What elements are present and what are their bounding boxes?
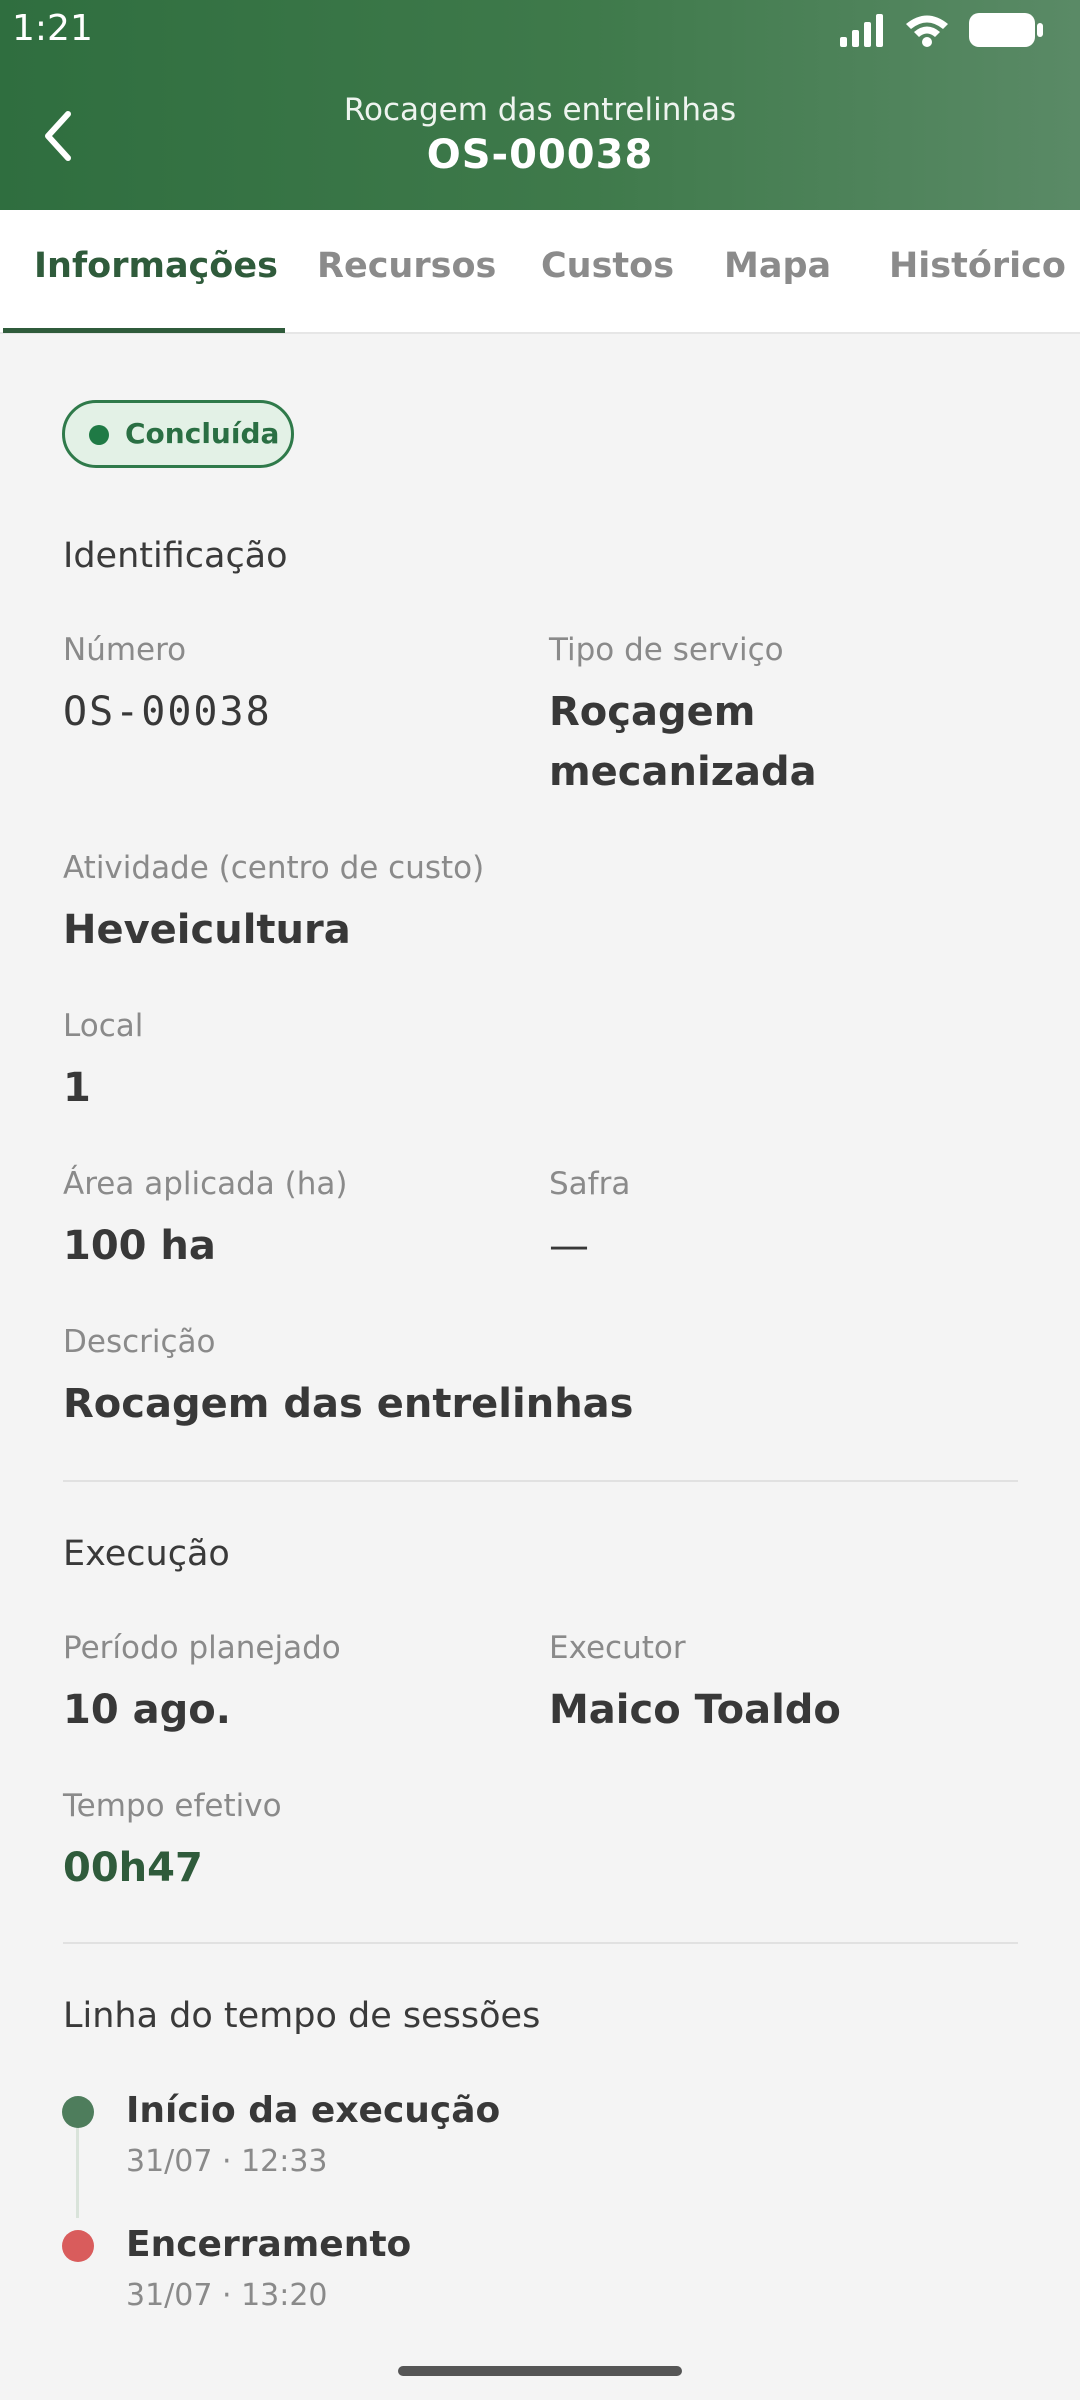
section-title-execucao: Execução xyxy=(63,1534,230,1574)
tab-mapa[interactable]: Mapa xyxy=(724,246,831,286)
status-badge-label: Concluída xyxy=(125,417,280,450)
page-title: OS-00038 xyxy=(426,132,654,178)
tab-bar: Informações Recursos Custos Mapa Históri… xyxy=(0,210,1080,334)
numero-label: Número xyxy=(63,632,187,668)
atividade-label: Atividade (centro de custo) xyxy=(63,850,485,886)
timeline-connector xyxy=(76,2113,79,2218)
executor-value: Maico Toaldo xyxy=(549,1687,841,1733)
timeline-event-time: 31/07 · 13:20 xyxy=(126,2278,328,2313)
periodo-label: Período planejado xyxy=(63,1630,341,1666)
tab-historico[interactable]: Histórico xyxy=(889,246,1066,286)
tab-custos[interactable]: Custos xyxy=(541,246,674,286)
tipo-servico-label: Tipo de serviço xyxy=(549,632,784,668)
descricao-label: Descrição xyxy=(63,1324,216,1360)
safra-value: — xyxy=(549,1223,589,1269)
atividade-value: Heveicultura xyxy=(63,907,351,953)
descricao-value: Rocagem das entrelinhas xyxy=(63,1381,634,1427)
active-tab-indicator xyxy=(3,328,285,333)
tipo-servico-value-line2: mecanizada xyxy=(549,749,817,795)
divider xyxy=(63,1480,1018,1482)
numero-value: OS-00038 xyxy=(63,689,272,735)
section-title-identificacao: Identificação xyxy=(63,536,288,576)
timeline-dot-start xyxy=(62,2096,94,2128)
local-value: 1 xyxy=(63,1065,91,1111)
periodo-value: 10 ago. xyxy=(63,1687,231,1733)
local-label: Local xyxy=(63,1008,144,1044)
timeline-event-title: Encerramento xyxy=(126,2224,412,2265)
executor-label: Executor xyxy=(549,1630,686,1666)
status-time: 1:21 xyxy=(12,8,93,49)
status-icons xyxy=(838,12,1044,52)
section-title-timeline: Linha do tempo de sessões xyxy=(63,1996,541,2036)
app-header: 1:21 Rocagem das entrelinhas OS-00038 xyxy=(0,0,1080,210)
area-label: Área aplicada (ha) xyxy=(63,1166,348,1202)
wifi-icon xyxy=(904,13,950,51)
status-dot xyxy=(89,425,109,445)
tipo-servico-value-line1: Roçagem xyxy=(549,689,756,735)
timeline-event-time: 31/07 · 12:33 xyxy=(126,2144,328,2179)
divider xyxy=(63,1942,1018,1944)
signal-icon xyxy=(838,13,886,51)
safra-label: Safra xyxy=(549,1166,631,1202)
tab-recursos[interactable]: Recursos xyxy=(317,246,496,286)
tab-informacoes[interactable]: Informações xyxy=(34,246,278,286)
timeline-event-title: Início da execução xyxy=(126,2090,501,2131)
area-value: 100 ha xyxy=(63,1223,216,1269)
header-subtitle: Rocagem das entrelinhas xyxy=(343,92,737,128)
tempo-efetivo-label: Tempo efetivo xyxy=(63,1788,282,1824)
timeline-dot-end xyxy=(62,2230,94,2262)
battery-icon xyxy=(968,12,1044,52)
status-badge: Concluída xyxy=(62,400,294,468)
tempo-efetivo-value: 00h47 xyxy=(63,1845,203,1891)
home-indicator[interactable] xyxy=(398,2366,682,2376)
